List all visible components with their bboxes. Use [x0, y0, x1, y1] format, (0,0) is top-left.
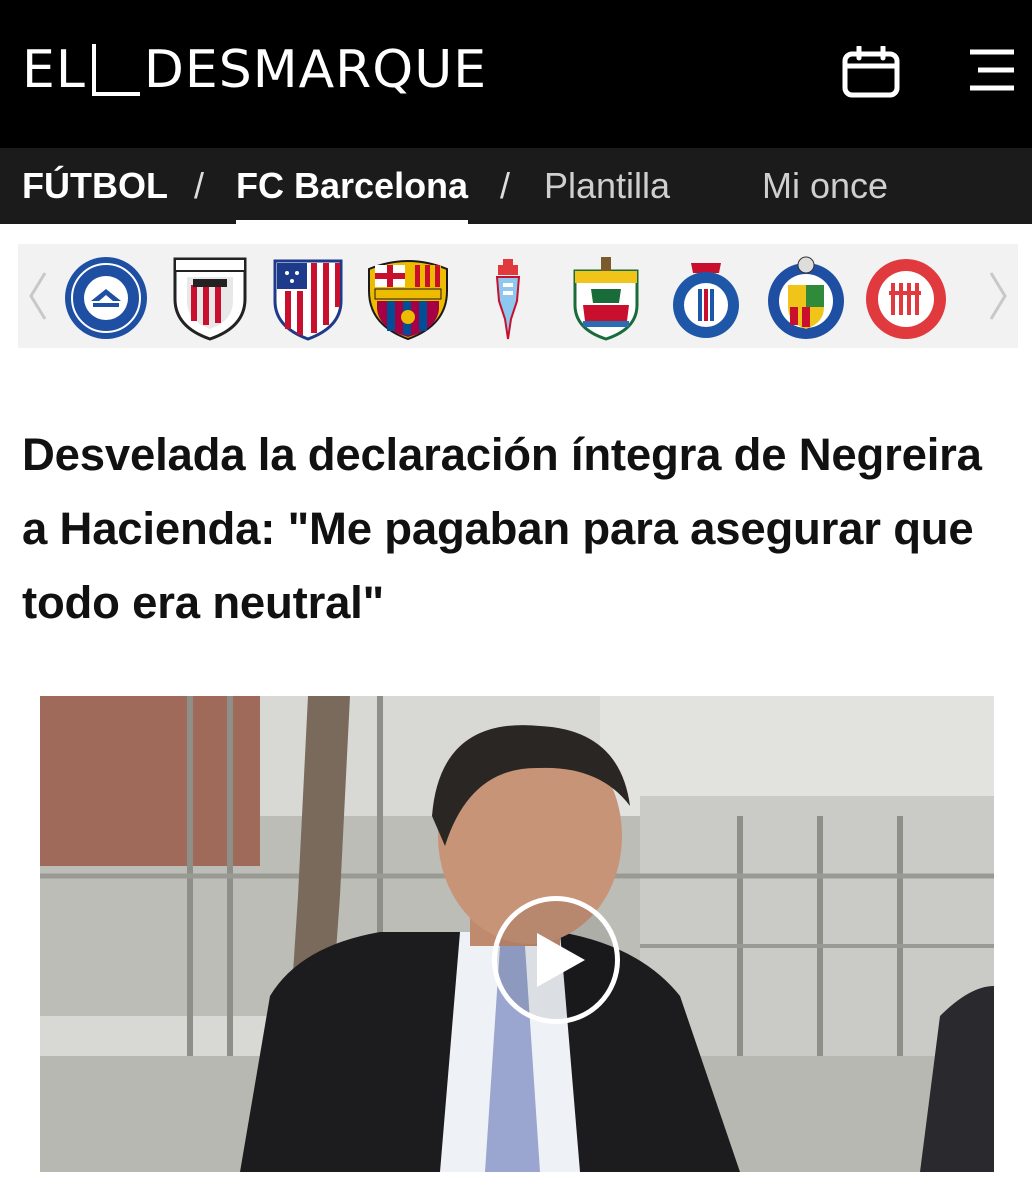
- breadcrumb-separator: /: [194, 165, 205, 206]
- team-crest-athletic[interactable]: [164, 256, 256, 341]
- calendar-icon[interactable]: [842, 44, 900, 98]
- breadcrumb: FÚTBOL / FC Barcelona / Plantilla Mi onc…: [0, 148, 1032, 224]
- team-crest-girona[interactable]: [860, 256, 952, 340]
- logo-text-left: EL: [22, 40, 86, 100]
- chevron-left-icon[interactable]: [18, 244, 58, 348]
- chevron-right-icon[interactable]: [978, 244, 1018, 348]
- article-headline[interactable]: Desvelada la declaración íntegra de Negr…: [22, 418, 1012, 640]
- play-button[interactable]: [492, 896, 620, 1024]
- breadcrumb-separator: /: [500, 165, 511, 206]
- menu-icon[interactable]: [964, 48, 1016, 92]
- team-crest-barcelona[interactable]: [362, 256, 454, 341]
- tab-plantilla[interactable]: Plantilla: [544, 148, 670, 224]
- teams-carousel: [18, 244, 1018, 348]
- video-player[interactable]: [40, 696, 994, 1172]
- breadcrumb-fc-barcelona[interactable]: FC Barcelona: [236, 148, 469, 224]
- logo-text-right: DESMARQUE: [143, 40, 488, 100]
- team-crest-espanyol[interactable]: [660, 256, 752, 340]
- team-crest-getafe[interactable]: [760, 256, 852, 340]
- breadcrumb-futbol[interactable]: FÚTBOL: [22, 148, 168, 224]
- team-crest-atletico[interactable]: [262, 256, 354, 341]
- logo-bracket: [91, 44, 140, 96]
- team-crest-alaves[interactable]: [60, 256, 152, 340]
- team-crest-elche[interactable]: [560, 256, 652, 341]
- site-logo[interactable]: EL DESMARQUE: [22, 44, 487, 96]
- tab-mi-once[interactable]: Mi once: [762, 148, 888, 224]
- top-bar: EL DESMARQUE: [0, 0, 1032, 148]
- team-crest-celta[interactable]: [462, 256, 554, 340]
- play-icon: [537, 933, 585, 987]
